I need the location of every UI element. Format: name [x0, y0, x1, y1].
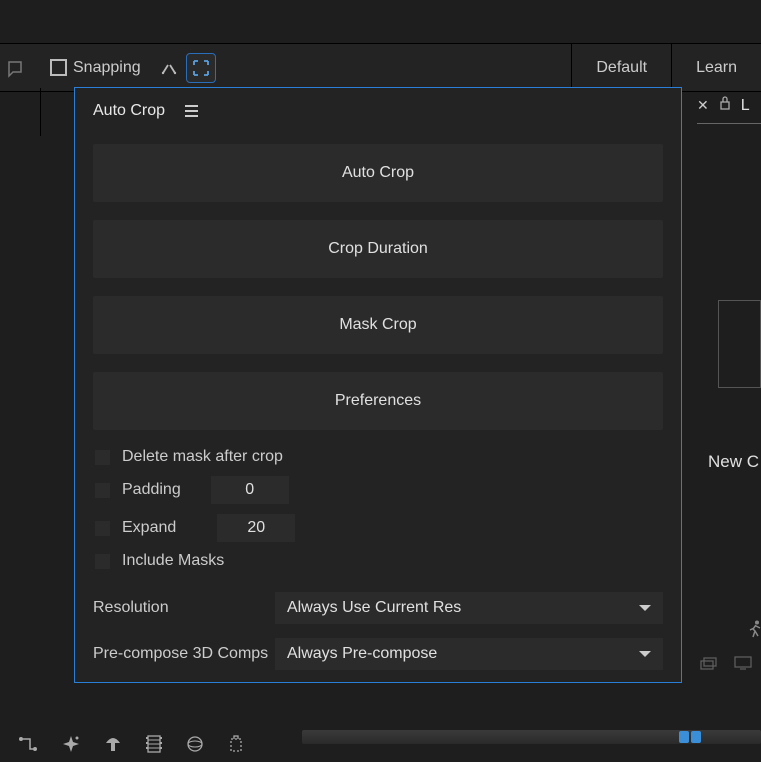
delete-mask-label: Delete mask after crop [122, 448, 283, 466]
timeline-marker[interactable] [679, 731, 689, 743]
snapping-toggle[interactable]: Snapping [44, 59, 147, 77]
lock-icon[interactable] [719, 96, 731, 115]
chevron-down-icon [639, 651, 651, 657]
mushroom-icon[interactable] [104, 735, 122, 758]
marker-icon[interactable] [228, 735, 244, 758]
timeline-marker[interactable] [691, 731, 701, 743]
auto-crop-button[interactable]: Auto Crop [93, 144, 663, 202]
flow-icon[interactable] [18, 736, 38, 757]
square-icon [50, 59, 67, 76]
padding-checkbox[interactable] [95, 483, 110, 498]
top-toolbar: Snapping Default Learn [0, 44, 761, 92]
expand-label: Expand [122, 519, 176, 537]
snapping-label: Snapping [73, 59, 141, 77]
resolution-dropdown[interactable]: Always Use Current Res [275, 592, 663, 624]
precompose-dropdown[interactable]: Always Pre-compose [275, 638, 663, 670]
workspace-tab-default[interactable]: Default [571, 44, 671, 91]
sphere-icon[interactable] [186, 735, 204, 758]
mask-crop-button[interactable]: Mask Crop [93, 296, 663, 354]
right-panel-tab-strip: ✕ L [697, 92, 761, 124]
include-masks-label: Include Masks [122, 552, 224, 570]
padding-input[interactable]: 0 [211, 476, 289, 504]
crop-duration-button[interactable]: Crop Duration [93, 220, 663, 278]
resolution-label: Resolution [93, 599, 275, 617]
new-comp-text[interactable]: New C [708, 452, 759, 472]
auto-crop-panel: Auto Crop Auto Crop Crop Duration Mask C… [74, 87, 682, 683]
panel-menu-icon[interactable] [185, 105, 198, 117]
film-icon[interactable] [146, 735, 162, 758]
workspace-tab-learn[interactable]: Learn [671, 44, 761, 91]
selection-tool-icon[interactable] [2, 53, 32, 83]
app-titlebar [0, 0, 761, 44]
expand-input[interactable]: 20 [217, 514, 295, 542]
bottom-timeline-toolbar [0, 730, 761, 762]
padding-label: Padding [122, 481, 181, 499]
include-masks-checkbox[interactable] [95, 554, 110, 569]
timeline-ruler[interactable] [302, 730, 761, 744]
right-preview-box [718, 300, 761, 388]
close-icon[interactable]: ✕ [697, 97, 709, 114]
delete-mask-checkbox[interactable] [95, 450, 110, 465]
layers-icon[interactable] [700, 656, 718, 675]
chevron-down-icon [639, 605, 651, 611]
sparkle-icon[interactable] [62, 735, 80, 758]
expand-checkbox[interactable] [95, 521, 110, 536]
panel-title: Auto Crop [93, 102, 165, 120]
collapse-transforms-icon[interactable] [155, 54, 183, 82]
right-tab-letter: L [741, 97, 750, 115]
running-man-icon[interactable] [748, 620, 761, 643]
preferences-button[interactable]: Preferences [93, 372, 663, 430]
snap-to-edges-icon[interactable] [187, 54, 215, 82]
monitor-icon[interactable] [734, 656, 752, 675]
precompose-label: Pre-compose 3D Comps [93, 645, 275, 663]
